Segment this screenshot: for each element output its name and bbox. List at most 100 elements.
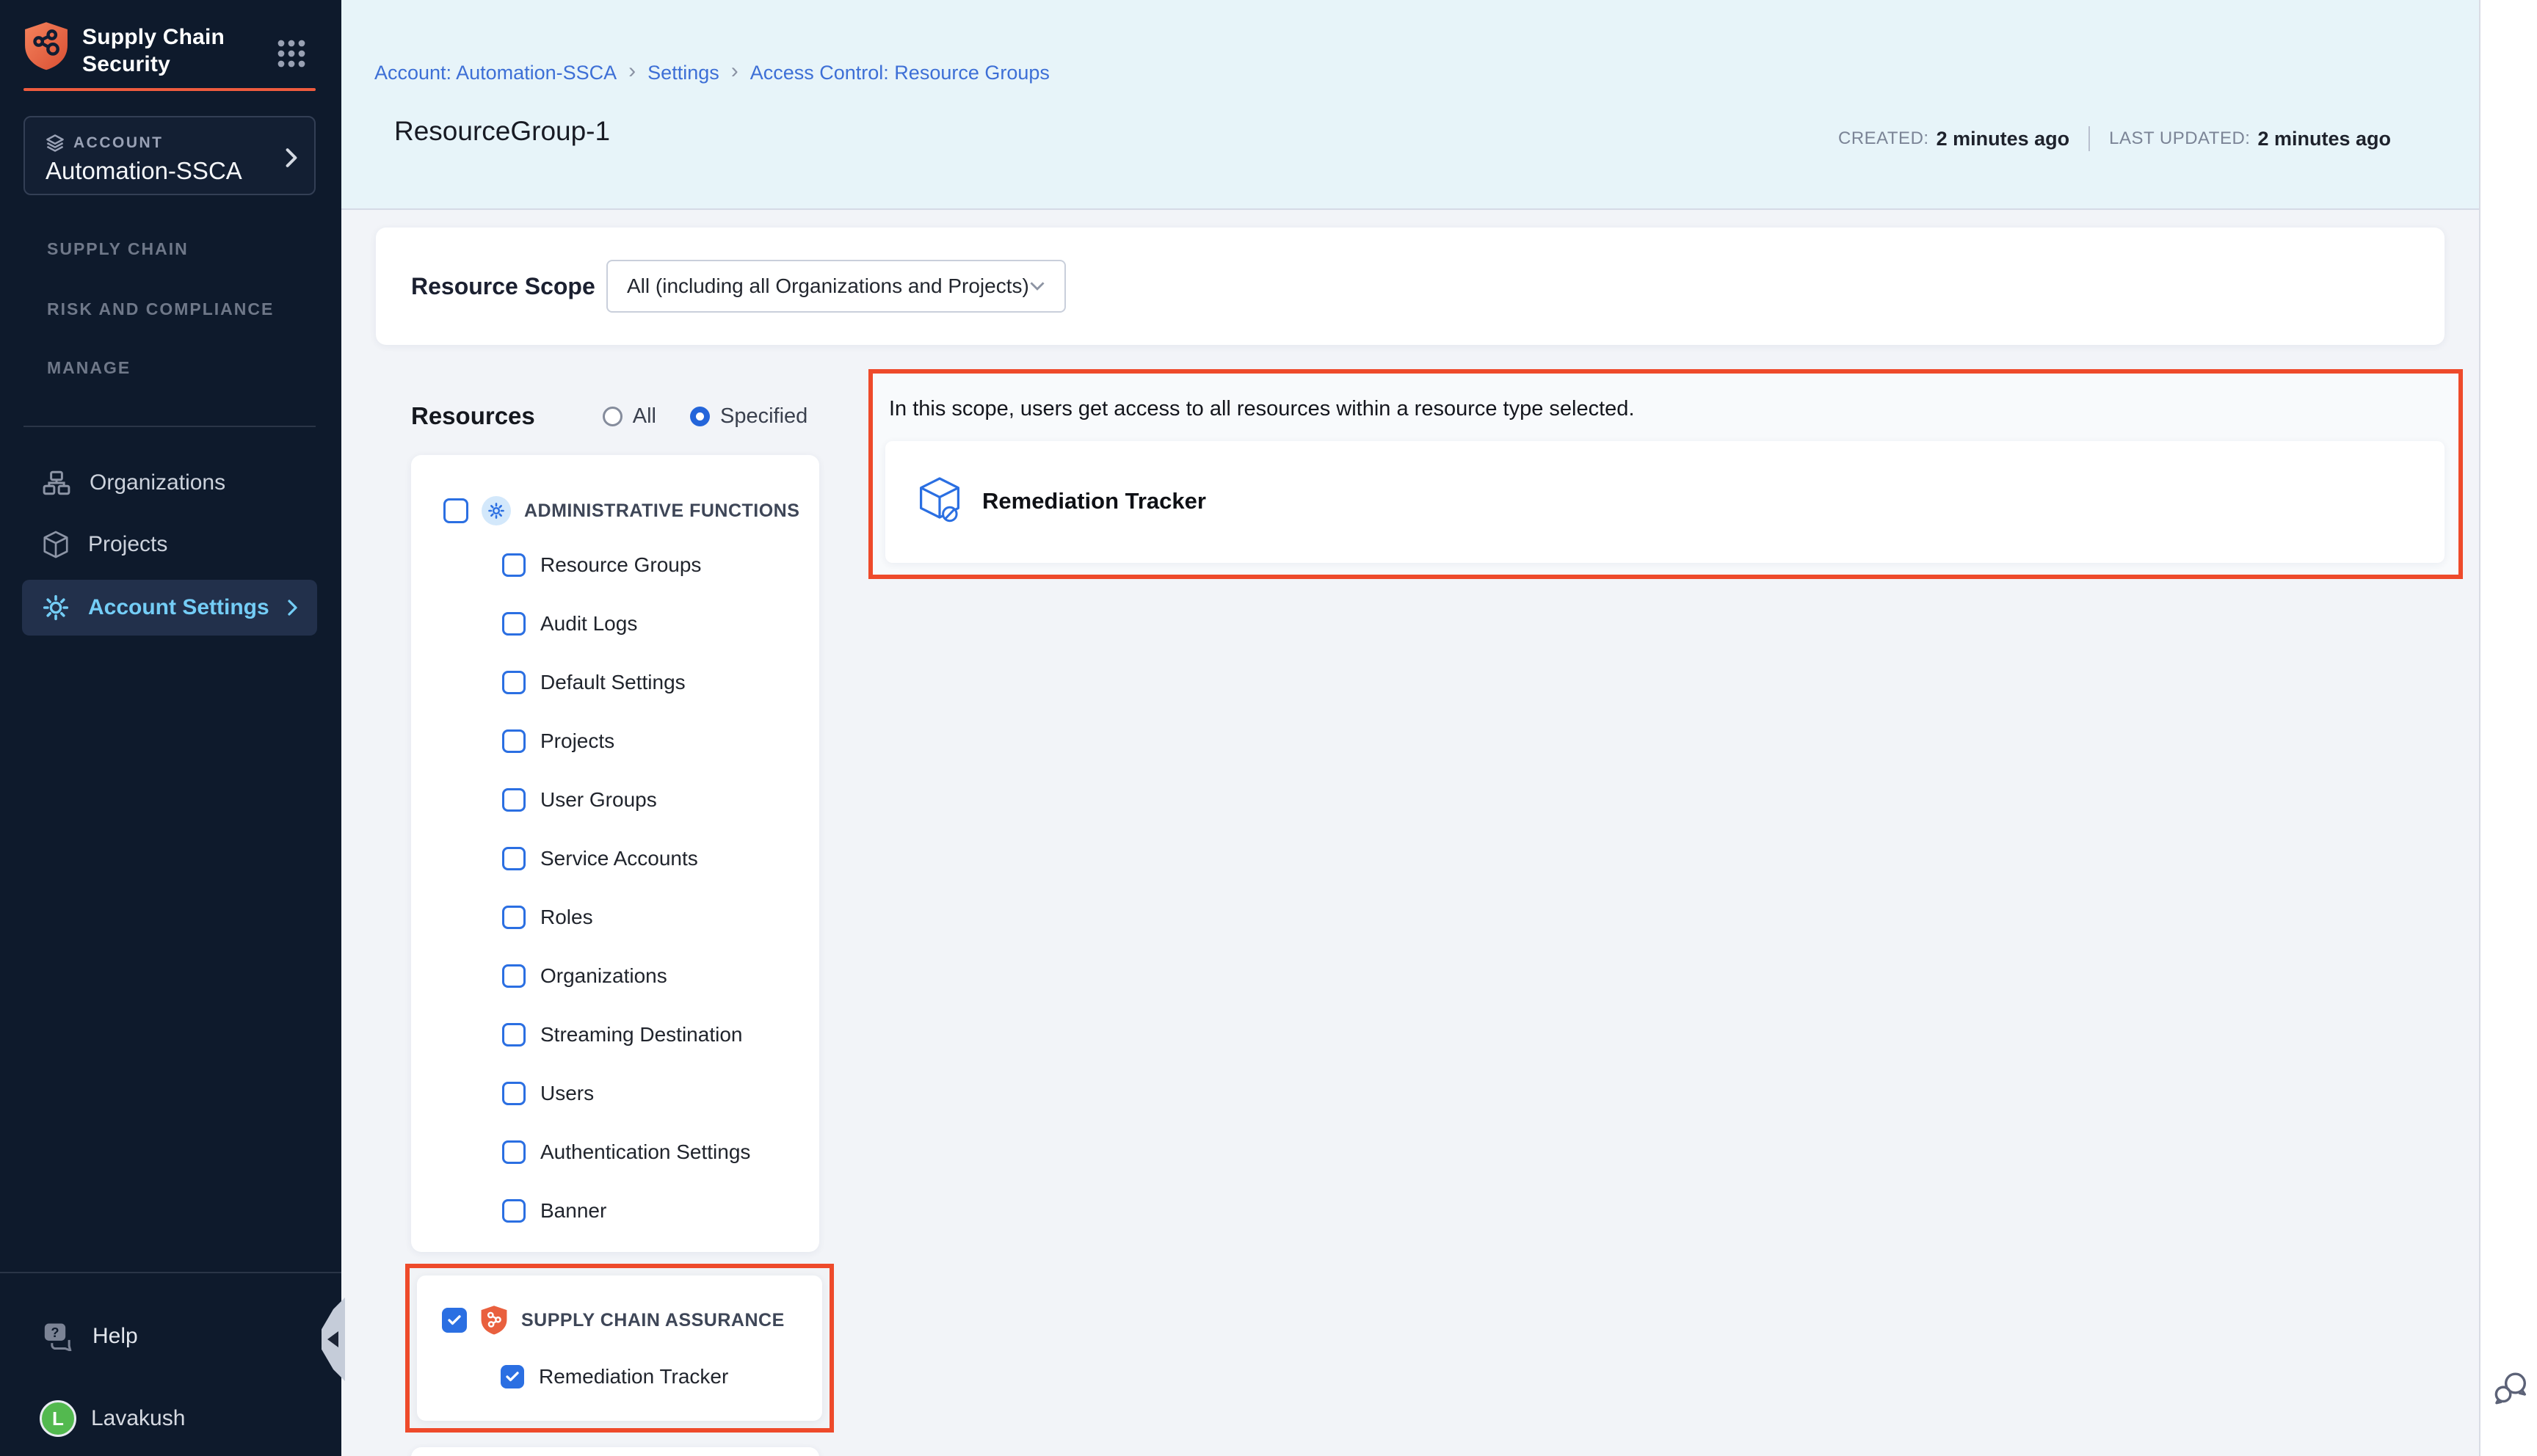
sidebar-footer-divider — [0, 1272, 341, 1273]
breadcrumb-separator: › — [617, 59, 647, 84]
right-rail — [2479, 0, 2537, 1456]
checkbox[interactable] — [502, 1023, 526, 1046]
help-chat-icon: ? — [43, 1322, 75, 1351]
breadcrumb-separator: › — [719, 59, 750, 84]
created-value: 2 minutes ago — [1937, 128, 2070, 150]
svg-text:?: ? — [51, 1325, 59, 1340]
page-header: Account: Automation-SSCA › Settings › Ac… — [341, 0, 2479, 210]
sidebar-section-risk-and-compliance[interactable]: RISK AND COMPLIANCE — [47, 299, 274, 319]
updated-value: 2 minutes ago — [2257, 128, 2391, 150]
resource-scope-value: All (including all Organizations and Pro… — [627, 274, 1029, 298]
sidebar-item-label: Account Settings — [88, 595, 269, 620]
remediation-tracker-card[interactable]: Remediation Tracker — [885, 441, 2445, 563]
checkbox[interactable] — [502, 906, 526, 929]
checkbox-item-streaming-destination[interactable]: Streaming Destination — [502, 1023, 742, 1046]
sidebar-item-organizations[interactable]: Organizations — [22, 456, 317, 509]
checkbox[interactable] — [502, 1082, 526, 1105]
checkbox[interactable] — [502, 671, 526, 694]
breadcrumb-account-link[interactable]: Account: Automation-SSCA — [374, 62, 617, 84]
collapse-left-arrow-icon — [327, 1331, 338, 1347]
resource-scope-label: Resource Scope — [411, 273, 595, 300]
sca-group: SUPPLY CHAIN ASSURANCE — [442, 1305, 785, 1336]
checkbox-item-service-accounts[interactable]: Service Accounts — [502, 847, 698, 870]
checkbox[interactable] — [502, 1199, 526, 1223]
radio-all[interactable] — [603, 407, 623, 426]
next-group-card-partial — [411, 1447, 819, 1456]
sidebar-item-label: Organizations — [90, 470, 225, 495]
sidebar: Supply Chain Security ACCOUNT Automation… — [0, 0, 341, 1456]
app-title: Supply Chain Security — [82, 23, 251, 78]
admin-functions-checkbox[interactable] — [443, 498, 468, 523]
radio-specified-label[interactable]: Specified — [720, 404, 807, 429]
timestamps: CREATED: 2 minutes ago LAST UPDATED: 2 m… — [1838, 126, 2391, 151]
admin-gear-icon — [482, 496, 511, 525]
scope-detail-message: In this scope, users get access to all r… — [889, 397, 1635, 421]
chevron-right-icon — [285, 147, 298, 169]
checkbox-item-remediation-tracker[interactable]: Remediation Tracker — [501, 1365, 728, 1388]
scope-detail-highlight: In this scope, users get access to all r… — [868, 369, 2463, 579]
checkbox-item-organizations[interactable]: Organizations — [502, 964, 667, 988]
resource-types-list: ADMINISTRATIVE FUNCTIONS Resource Groups… — [411, 455, 819, 1252]
resources-header-row: Resources All Specified — [411, 402, 807, 430]
meta-divider — [2088, 126, 2090, 151]
admin-functions-label: ADMINISTRATIVE FUNCTIONS — [524, 500, 799, 522]
breadcrumb-settings-link[interactable]: Settings — [647, 62, 719, 84]
sidebar-item-label: Projects — [88, 532, 167, 557]
sca-shield-icon — [480, 1305, 508, 1336]
checkbox[interactable] — [502, 612, 526, 636]
account-selector[interactable]: ACCOUNT Automation-SSCA — [23, 116, 316, 195]
checkbox-item-resource-groups[interactable]: Resource Groups — [502, 553, 701, 577]
user-menu[interactable]: L Lavakush — [22, 1393, 317, 1444]
checkbox-item-roles[interactable]: Roles — [502, 906, 593, 929]
chevron-down-icon — [1029, 281, 1045, 291]
resource-scope-card: Resource Scope All (including all Organi… — [376, 228, 2445, 345]
checkbox[interactable] — [502, 788, 526, 812]
supply-chain-assurance-card: SUPPLY CHAIN ASSURANCE Remediation Track… — [417, 1275, 822, 1421]
chevron-right-icon — [287, 598, 298, 617]
radio-all-label[interactable]: All — [633, 404, 656, 429]
checkbox[interactable] — [502, 847, 526, 870]
checkbox[interactable] — [502, 553, 526, 577]
updated-label: LAST UPDATED: — [2109, 128, 2250, 149]
gear-icon — [43, 594, 69, 621]
page-title: ResourceGroup-1 — [394, 116, 610, 147]
checkbox-item-banner[interactable]: Banner — [502, 1199, 606, 1223]
breadcrumb: Account: Automation-SSCA › Settings › Ac… — [374, 60, 1050, 85]
checkbox-checked[interactable] — [501, 1365, 524, 1388]
sidebar-item-projects[interactable]: Projects — [22, 518, 317, 571]
brand-divider — [23, 88, 316, 91]
sca-checkbox-checked[interactable] — [442, 1308, 467, 1333]
resource-scope-select[interactable]: All (including all Organizations and Pro… — [606, 260, 1066, 313]
checkbox[interactable] — [502, 729, 526, 753]
checkbox-item-user-groups[interactable]: User Groups — [502, 788, 657, 812]
sidebar-section-supply-chain[interactable]: SUPPLY CHAIN — [47, 239, 189, 259]
checkbox-item-users[interactable]: Users — [502, 1082, 594, 1105]
resources-heading: Resources — [411, 402, 535, 430]
radio-specified[interactable] — [690, 407, 710, 426]
sca-group-label: SUPPLY CHAIN ASSURANCE — [521, 1310, 785, 1331]
checkbox-item-audit-logs[interactable]: Audit Logs — [502, 612, 637, 636]
checkbox-item-projects[interactable]: Projects — [502, 729, 614, 753]
user-name: Lavakush — [91, 1406, 185, 1431]
sidebar-section-manage[interactable]: MANAGE — [47, 358, 131, 378]
sidebar-item-account-settings[interactable]: Account Settings — [22, 580, 317, 636]
checkbox-item-default-settings[interactable]: Default Settings — [502, 671, 686, 694]
supply-chain-security-logo-icon — [23, 21, 69, 72]
module-grid-icon[interactable] — [276, 38, 307, 69]
admin-functions-group: ADMINISTRATIVE FUNCTIONS — [443, 496, 799, 525]
support-chat-icon[interactable] — [2493, 1369, 2530, 1408]
checkbox-item-authentication-settings[interactable]: Authentication Settings — [502, 1140, 750, 1164]
checkbox[interactable] — [502, 1140, 526, 1164]
help-button[interactable]: ? Help — [22, 1311, 317, 1362]
account-name: Automation-SSCA — [46, 157, 242, 185]
supply-chain-assurance-highlight: SUPPLY CHAIN ASSURANCE Remediation Track… — [405, 1264, 834, 1433]
org-chart-icon — [43, 470, 70, 495]
cube-icon — [43, 531, 69, 558]
created-label: CREATED: — [1838, 128, 1929, 149]
layers-icon — [46, 134, 65, 153]
avatar: L — [40, 1400, 76, 1437]
checkbox[interactable] — [502, 964, 526, 988]
remediation-tracker-icon — [918, 475, 962, 526]
help-label: Help — [92, 1324, 138, 1349]
breadcrumb-access-control-link[interactable]: Access Control: Resource Groups — [750, 62, 1050, 84]
